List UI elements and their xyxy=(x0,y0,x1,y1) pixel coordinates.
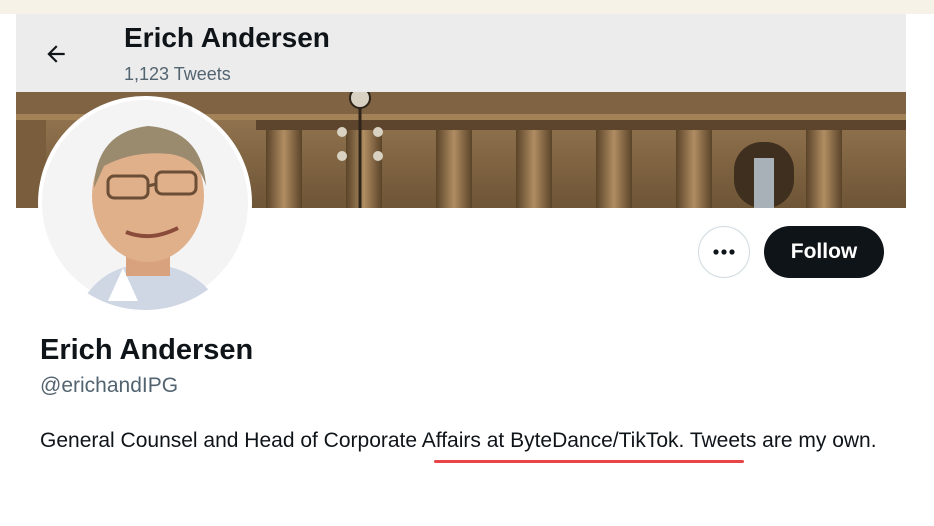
bio-text: General Counsel and Head of Corporate xyxy=(40,429,422,452)
bio-highlighted-text: Affairs at ByteDance/TikTok xyxy=(421,429,679,452)
arrow-left-icon xyxy=(47,45,65,63)
avatar-photo xyxy=(42,100,248,310)
twitter-profile-page: Erich Andersen 1,123 Tweets Follow Erich… xyxy=(0,0,934,526)
page-edge xyxy=(906,14,934,526)
tweet-count: 1,123 Tweets xyxy=(124,64,231,84)
more-horizontal-icon xyxy=(713,249,735,255)
highlight-underline xyxy=(434,460,744,463)
header-title: Erich Andersen xyxy=(124,22,330,53)
follow-button[interactable]: Follow xyxy=(764,226,884,278)
profile-handle: @erichandIPG xyxy=(40,374,179,397)
profile-header: Erich Andersen 1,123 Tweets xyxy=(16,14,906,92)
bio-text-end: . Tweets are my own. xyxy=(678,429,877,452)
profile-bio: General Counsel and Head of Corporate Af… xyxy=(40,426,900,456)
profile-name: Erich Andersen xyxy=(40,334,254,366)
top-strip xyxy=(0,0,934,14)
avatar[interactable] xyxy=(38,96,252,310)
back-button[interactable] xyxy=(38,36,74,72)
more-options-button[interactable] xyxy=(698,226,750,278)
